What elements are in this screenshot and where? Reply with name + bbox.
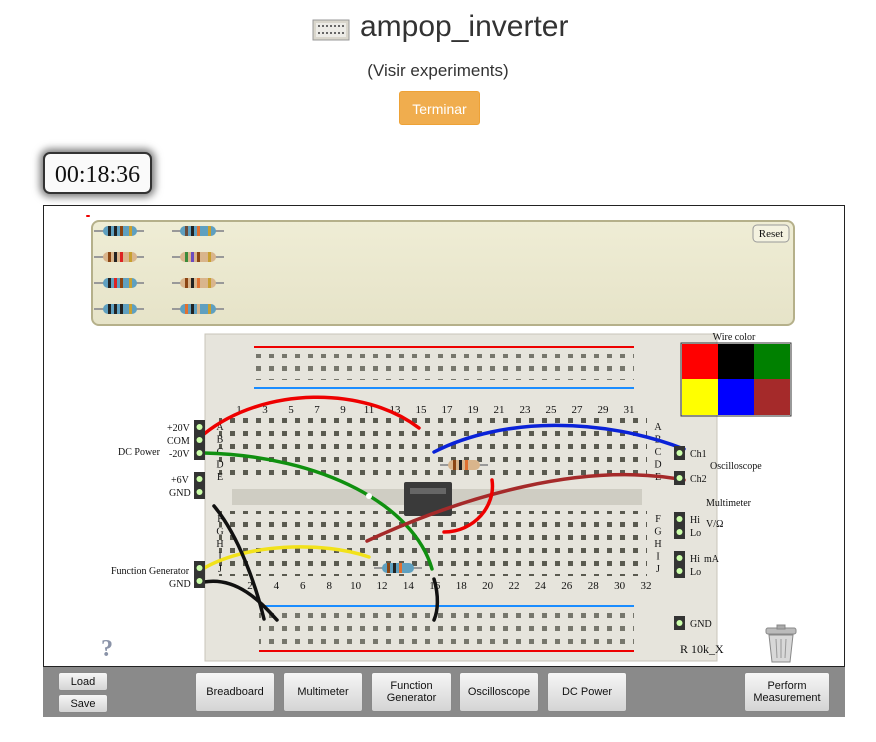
function-generator-button[interactable]: Function Generator: [371, 672, 452, 712]
reset-label: Reset: [759, 228, 783, 240]
multimeter-label: Multimeter: [706, 498, 752, 509]
dc-power-label: DC Power: [118, 447, 161, 458]
dc-plus20-label: +20V: [167, 423, 191, 434]
top-column-number: 25: [546, 404, 558, 416]
top-column-number: 15: [416, 404, 428, 416]
page-title: ampop_inverter: [360, 10, 569, 43]
reset-button[interactable]: Reset: [752, 224, 790, 243]
row-letter: C: [655, 447, 662, 458]
top-column-number: 19: [468, 404, 480, 416]
oscilloscope-button[interactable]: Oscilloscope: [459, 672, 539, 712]
mm-lo2-label: Lo: [690, 567, 701, 578]
wire-color-palette: [680, 342, 792, 417]
oscilloscope-label: Oscilloscope: [710, 461, 762, 472]
perform-measurement-line1: Perform: [767, 680, 807, 692]
bottom-column-number: 30: [614, 580, 626, 592]
load-button[interactable]: Load: [58, 672, 108, 691]
row-letter: H: [216, 539, 223, 550]
bottom-column-number: 10: [350, 580, 362, 592]
bottom-column-number: 14: [403, 580, 415, 592]
dc-gnd-label: GND: [169, 488, 191, 499]
row-letter: H: [654, 539, 661, 550]
function-generator-button-line1: Function: [390, 680, 433, 692]
row-letter: D: [654, 460, 661, 471]
bottom-column-number: 24: [535, 580, 547, 592]
bottom-column-number: 18: [456, 580, 468, 592]
bottom-column-number: 6: [300, 580, 306, 592]
function-generator-button-line2: Generator: [386, 692, 437, 704]
top-column-number: 9: [340, 404, 346, 416]
row-letter: G: [216, 527, 223, 538]
mm-voltohm-label: V/Ω: [706, 519, 723, 530]
row-letter: I: [656, 552, 659, 563]
row-letter: G: [654, 527, 661, 538]
top-column-number: 29: [598, 404, 610, 416]
row-letter: F: [655, 514, 661, 525]
breadboard-logo-icon: [312, 19, 350, 41]
function-generator-gnd-label: GND: [169, 579, 191, 590]
breadboard: [204, 333, 718, 662]
row-letter: D: [216, 460, 223, 471]
row-letter: A: [654, 422, 662, 433]
multimeter-button[interactable]: Multimeter: [283, 672, 363, 712]
trash-icon[interactable]: [765, 624, 797, 663]
row-letter: E: [217, 472, 223, 483]
wire-color-red[interactable]: [682, 344, 718, 379]
function-generator-label: Function Generator: [111, 566, 190, 577]
wire-color-blue[interactable]: [718, 379, 754, 415]
top-column-number: 27: [572, 404, 584, 416]
top-column-number: 23: [520, 404, 532, 416]
dc-power-connectors[interactable]: [194, 420, 205, 588]
top-column-number: 5: [288, 404, 294, 416]
dc-power-button[interactable]: DC Power: [547, 672, 627, 712]
bottom-column-number: 22: [509, 580, 520, 592]
wire-color-green[interactable]: [754, 344, 790, 379]
dc-plus6-label: +6V: [171, 475, 190, 486]
bottom-column-number: 12: [377, 580, 388, 592]
mm-ma-label: mA: [704, 554, 720, 565]
bottom-column-number: 8: [326, 580, 332, 592]
perform-measurement-line2: Measurement: [753, 692, 821, 704]
session-timer: 00:18:36: [43, 152, 152, 194]
help-icon[interactable]: ?: [101, 636, 113, 662]
dc-minus20-label: -20V: [169, 449, 190, 460]
terminar-button[interactable]: Terminar: [399, 91, 480, 125]
bottom-column-number: 4: [274, 580, 280, 592]
bottom-column-number: 32: [641, 580, 652, 592]
wire-color-black[interactable]: [718, 344, 754, 379]
perform-measurement-button[interactable]: Perform Measurement: [744, 672, 830, 712]
wire-color-brown[interactable]: [754, 379, 790, 415]
dc-com-label: COM: [167, 436, 190, 447]
bottom-column-number: 20: [482, 580, 494, 592]
page-subtitle: (Visir experiments): [367, 61, 509, 80]
row-letter: J: [218, 564, 222, 575]
mm-hi2-label: Hi: [690, 554, 700, 565]
wire-color-yellow[interactable]: [682, 379, 718, 415]
top-column-number: 7: [314, 404, 320, 416]
lab-workspace: Reset 1 3 5 7 9 11 13 15 17 19 21 23 25 27 29 31 2 4 6 8 10…: [43, 205, 845, 667]
selected-component-label: R 10k_X: [680, 642, 724, 656]
board-marker: [366, 493, 372, 499]
bottom-column-number: 28: [588, 580, 600, 592]
top-column-number: 17: [442, 404, 454, 416]
top-column-number: 31: [624, 404, 635, 416]
ground-label: GND: [690, 619, 712, 630]
save-button[interactable]: Save: [58, 694, 108, 713]
mm-hi1-label: Hi: [690, 515, 700, 526]
osc-ch2-label: Ch2: [690, 474, 707, 485]
wire-color-title: Wire color: [713, 332, 756, 343]
row-letter: B: [217, 435, 224, 446]
osc-ch1-label: Ch1: [690, 449, 707, 460]
breadboard-button[interactable]: Breadboard: [195, 672, 275, 712]
bottom-column-number: 26: [561, 580, 573, 592]
row-letter: J: [656, 564, 660, 575]
mm-lo1-label: Lo: [690, 528, 701, 539]
top-column-number: 21: [494, 404, 505, 416]
